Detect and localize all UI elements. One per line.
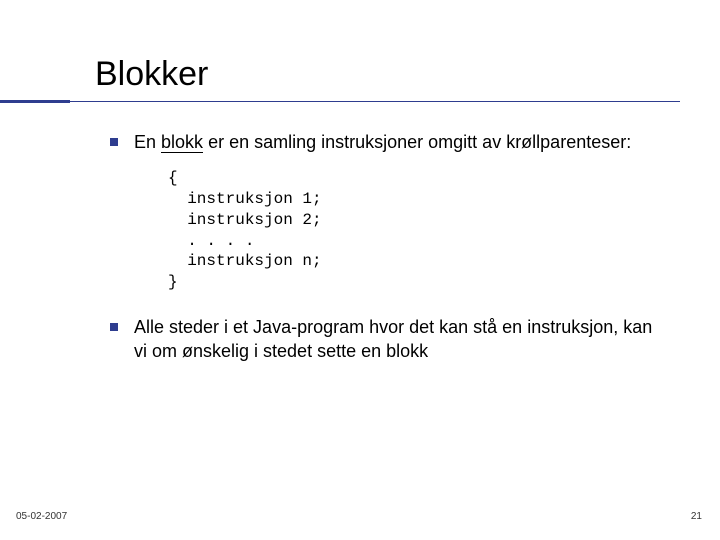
slide-body: En blokk er en samling instruksjoner omg… [110, 130, 670, 370]
code-block: { instruksjon 1; instruksjon 2; . . . . … [168, 168, 670, 293]
footer-page-number: 21 [691, 511, 702, 522]
title-underline [70, 101, 680, 102]
bullet-square-icon [110, 138, 118, 146]
bullet-text-under: blokk [161, 132, 203, 153]
bullet-item: Alle steder i et Java-program hvor det k… [110, 315, 670, 364]
slide-title: Blokker [95, 55, 208, 94]
title-accent-bar [0, 100, 70, 103]
footer-date: 05-02-2007 [16, 511, 67, 522]
bullet-item: En blokk er en samling instruksjoner omg… [110, 130, 670, 154]
bullet-square-icon [110, 323, 118, 331]
bullet-text-pre: En [134, 132, 161, 152]
bullet-text: Alle steder i et Java-program hvor det k… [134, 315, 670, 364]
slide: Blokker En blokk er en samling instruksj… [0, 0, 720, 540]
bullet-text-post: er en samling instruksjoner omgitt av kr… [203, 132, 631, 152]
title-wrap: Blokker [95, 55, 208, 94]
bullet-text: En blokk er en samling instruksjoner omg… [134, 130, 631, 154]
